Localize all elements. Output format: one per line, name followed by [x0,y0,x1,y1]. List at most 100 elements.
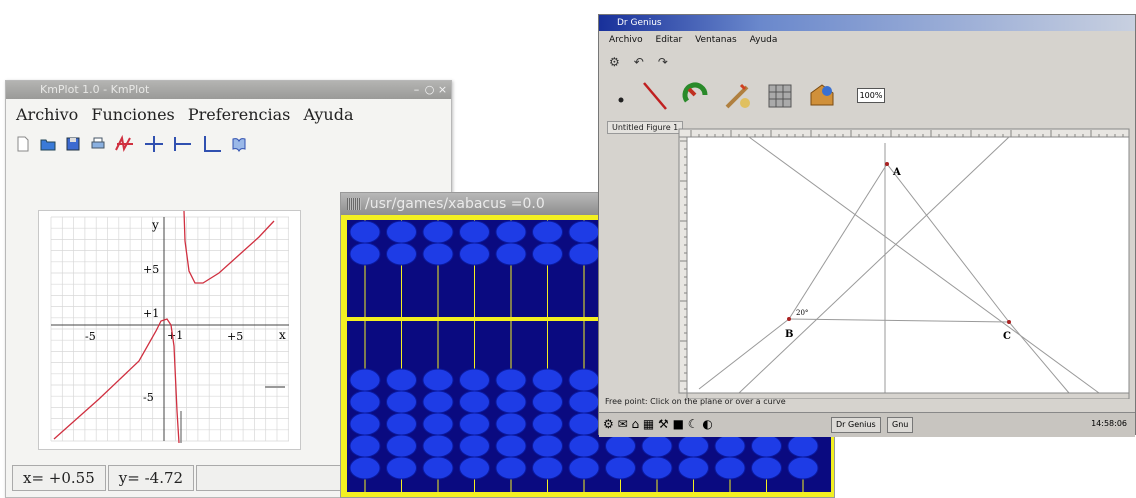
abacus-bead[interactable] [751,456,782,480]
menu-archivo[interactable]: Archivo [609,35,643,45]
point-b-marker[interactable] [787,317,791,321]
abacus-bead[interactable] [349,412,381,436]
point-a-marker[interactable] [885,162,889,166]
abacus-bead[interactable] [459,368,490,392]
abacus-bead[interactable] [641,456,673,480]
abacus-bead[interactable] [568,456,600,480]
abacus-bead[interactable] [459,242,490,266]
maximize-icon[interactable]: ○ [423,83,436,96]
abacus-bead[interactable] [386,412,417,436]
abacus-bead[interactable] [678,434,709,458]
kmplot-plot-area[interactable]: x y -5 +1 +5 +5 +1 -5 [38,210,301,450]
abacus-bead[interactable] [532,220,563,244]
line-icon[interactable] [641,81,669,111]
close-icon[interactable]: × [436,83,449,96]
abacus-bead[interactable] [495,368,527,392]
abacus-bead[interactable] [532,434,563,458]
abacus-bead[interactable] [532,456,563,480]
point-c-marker[interactable] [1007,320,1011,324]
launcher-icons[interactable]: ⚙ ✉ ⌂ ▦ ⚒ ■ ☾ ◐ [603,417,713,431]
abacus-bead[interactable] [422,390,454,414]
abacus-bead[interactable] [678,456,709,480]
abacus-bead[interactable] [422,368,454,392]
abacus-bead[interactable] [714,456,746,480]
abacus-bead[interactable] [495,434,527,458]
abacus-bead[interactable] [459,412,490,436]
abacus-bead[interactable] [349,242,381,266]
abacus-bead[interactable] [349,368,381,392]
macro-icon[interactable] [723,81,753,111]
plot-function-icon[interactable] [114,135,136,153]
taskbar-item-gnu[interactable]: Gnu [887,417,914,433]
abacus-bead[interactable] [495,456,527,480]
menu-ayuda[interactable]: Ayuda [303,105,353,124]
abacus-bead[interactable] [532,368,563,392]
redo-icon[interactable]: ↷ [658,55,668,69]
abacus-bead[interactable] [605,456,636,480]
abacus-bead[interactable] [568,220,600,244]
abacus-bead[interactable] [605,434,636,458]
abacus-bead[interactable] [386,434,417,458]
menu-preferencias[interactable]: Preferencias [188,105,291,124]
abacus-bead[interactable] [568,434,600,458]
abacus-bead[interactable] [386,390,417,414]
new-file-icon[interactable] [14,135,32,153]
abacus-bead[interactable] [349,390,381,414]
geometry-canvas[interactable] [686,136,1130,394]
abacus-bead[interactable] [532,242,563,266]
abacus-bead[interactable] [459,456,490,480]
zoom-field[interactable]: 100% [857,88,885,103]
abacus-bead[interactable] [349,434,381,458]
kmplot-titlebar[interactable]: KmPlot 1.0 - KmPlot – ○ × [6,81,451,99]
minimize-icon[interactable]: – [410,83,423,96]
abacus-bead[interactable] [568,412,600,436]
abacus-bead[interactable] [495,412,527,436]
other-icon[interactable] [807,81,837,111]
abacus-bead[interactable] [787,434,819,458]
abacus-bead[interactable] [459,434,490,458]
abacus-bead[interactable] [386,456,417,480]
abacus-bead[interactable] [495,220,527,244]
abacus-bead[interactable] [349,220,381,244]
menu-ayuda[interactable]: Ayuda [750,35,778,45]
print-icon[interactable] [89,135,107,153]
axes-l-icon[interactable] [201,135,223,153]
abacus-bead[interactable] [349,456,381,480]
abacus-bead[interactable] [714,434,746,458]
abacus-bead[interactable] [532,412,563,436]
abacus-bead[interactable] [568,390,600,414]
abacus-bead[interactable] [422,220,454,244]
help-book-icon[interactable] [230,135,248,153]
axes-t-icon[interactable] [172,135,194,153]
abacus-bead[interactable] [422,242,454,266]
abacus-bead[interactable] [386,220,417,244]
menu-funciones[interactable]: Funciones [91,105,174,124]
abacus-bead[interactable] [459,220,490,244]
abacus-bead[interactable] [495,390,527,414]
save-icon[interactable] [64,135,82,153]
abacus-bead[interactable] [568,368,600,392]
transform-icon[interactable] [681,81,711,111]
menu-ventanas[interactable]: Ventanas [695,35,737,45]
abacus-bead[interactable] [532,390,563,414]
numeric-icon[interactable] [765,81,795,111]
abacus-bead[interactable] [386,368,417,392]
menu-archivo[interactable]: Archivo [16,105,78,124]
grid-cross-icon[interactable] [143,135,165,153]
abacus-bead[interactable] [641,434,673,458]
abacus-bead[interactable] [751,434,782,458]
point-icon[interactable] [613,84,629,108]
abacus-bead[interactable] [568,242,600,266]
abacus-bead[interactable] [787,456,819,480]
abacus-bead[interactable] [422,434,454,458]
taskbar-item-drgenius[interactable]: Dr Genius [831,417,881,433]
menu-editar[interactable]: Editar [656,35,683,45]
abacus-bead[interactable] [422,456,454,480]
abacus-bead[interactable] [422,412,454,436]
abacus-bead[interactable] [495,242,527,266]
drgeo-titlebar[interactable]: Dr Genius [599,15,1135,31]
open-folder-icon[interactable] [39,135,57,153]
abacus-bead[interactable] [459,390,490,414]
undo-icon[interactable]: ↶ [634,55,644,69]
abacus-bead[interactable] [386,242,417,266]
